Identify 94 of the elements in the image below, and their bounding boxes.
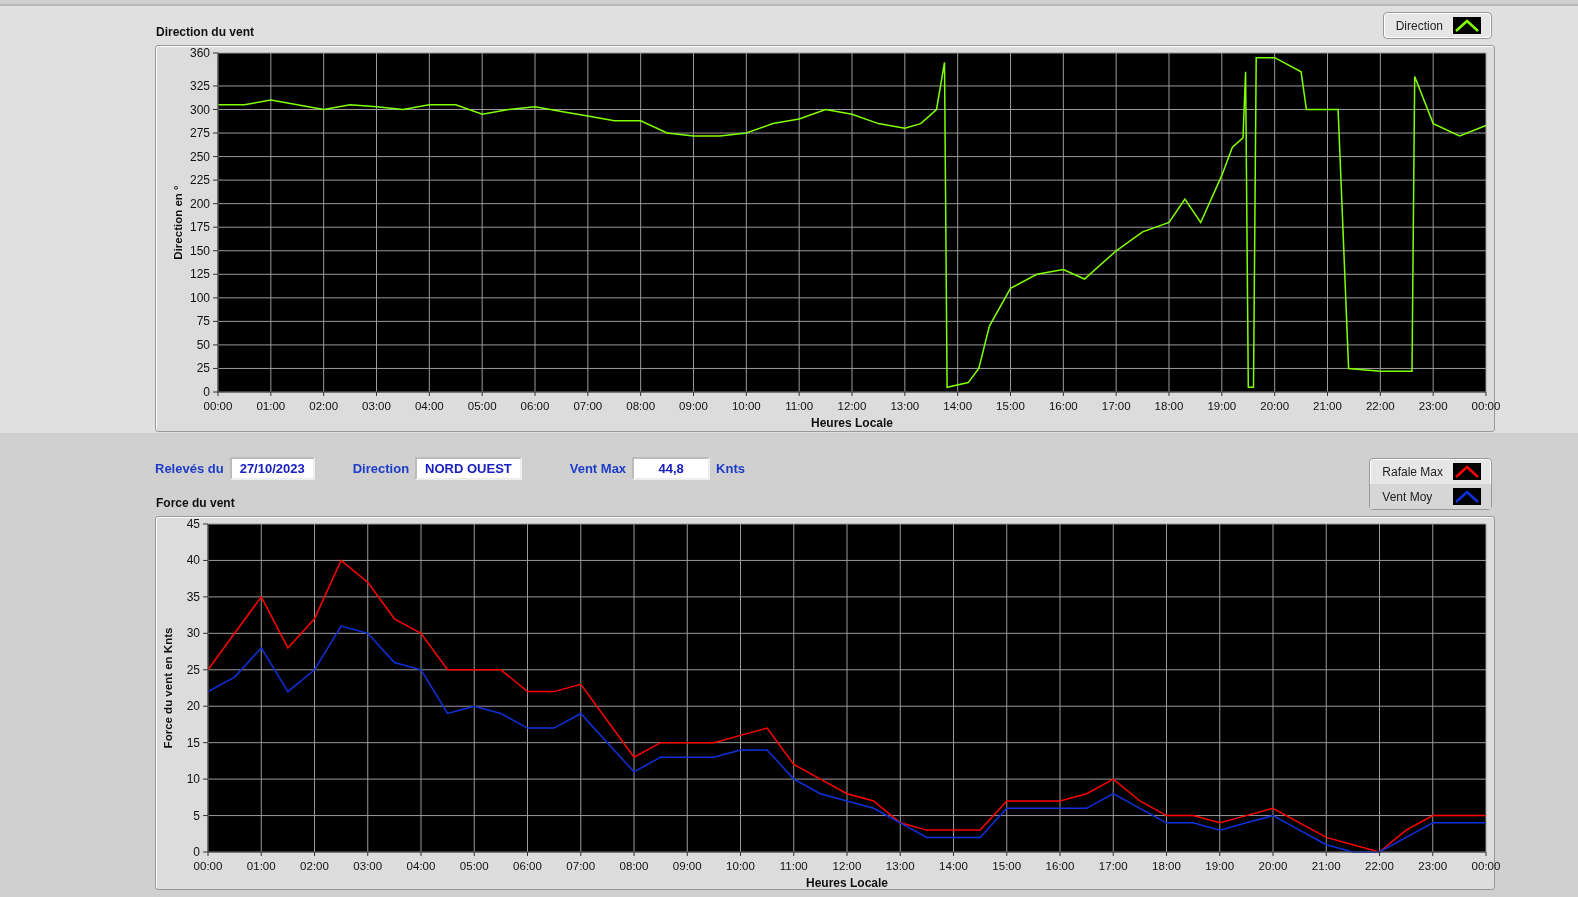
- tick-label: 21:00: [1311, 860, 1341, 872]
- axis-title: Heures Locale: [806, 876, 888, 890]
- tick-label: 05:00: [459, 860, 489, 872]
- tick-label: 25: [186, 662, 200, 677]
- tick-label: 09:00: [679, 400, 708, 412]
- tick-label: 250: [189, 149, 210, 164]
- value-field: 44,8: [632, 457, 711, 480]
- field-label: Vent Max: [569, 461, 627, 476]
- tick-label: 12:00: [832, 860, 862, 872]
- tick-label: 200: [189, 196, 210, 211]
- tick-label: 0: [203, 385, 210, 399]
- tick-label: 325: [189, 78, 210, 93]
- chart-title: Direction du vent: [155, 25, 254, 41]
- tick-label: 23:00: [1418, 860, 1448, 872]
- tick-label: 03:00: [362, 400, 391, 412]
- legend-label: Direction: [1395, 18, 1443, 33]
- tick-label: 10: [186, 772, 200, 787]
- axis-title: Direction en °: [172, 185, 184, 260]
- tick-label: 100: [189, 290, 210, 305]
- tick-label: 13:00: [890, 400, 920, 412]
- legend-label: Rafale Max: [1382, 464, 1443, 479]
- tick-label: 04:00: [406, 860, 436, 872]
- tick-label: 0: [193, 845, 200, 859]
- value-field: NORD OUEST: [415, 457, 522, 480]
- tick-label: 20:00: [1260, 400, 1290, 412]
- line-swatch-icon: [1453, 463, 1481, 480]
- tick-label: 09:00: [672, 860, 702, 872]
- tick-label: 16:00: [1048, 400, 1078, 412]
- tick-label: 01:00: [256, 400, 286, 412]
- tick-label: 14:00: [943, 400, 973, 412]
- tick-label: 150: [189, 243, 210, 258]
- tick-label: 05:00: [467, 400, 497, 412]
- tick-label: 13:00: [885, 860, 915, 872]
- tick-label: 15: [186, 735, 200, 750]
- tick-label: 16:00: [1045, 860, 1075, 872]
- tick-label: 03:00: [353, 860, 383, 872]
- tick-label: 11:00: [779, 860, 808, 872]
- tick-label: 17:00: [1101, 400, 1131, 412]
- tick-label: 08:00: [626, 400, 656, 412]
- axis-title: Force du vent en Knts: [162, 627, 174, 749]
- tick-label: 360: [189, 46, 210, 60]
- legend-label: Vent Moy: [1382, 489, 1434, 504]
- tick-label: 275: [189, 126, 210, 141]
- tick-label: 02:00: [300, 860, 329, 872]
- tick-label: 18:00: [1152, 860, 1181, 872]
- value-field: 27/10/2023: [229, 457, 315, 480]
- unit-label: Knts: [716, 461, 745, 476]
- tick-label: 07:00: [566, 860, 596, 872]
- axis-title: Heures Locale: [811, 416, 893, 430]
- tick-label: 15:00: [992, 860, 1022, 872]
- tick-label: 10:00: [731, 400, 761, 412]
- line-swatch-icon: [1453, 17, 1481, 34]
- tick-label: 35: [186, 589, 200, 604]
- tick-label: 07:00: [573, 400, 603, 412]
- tick-label: 21:00: [1313, 400, 1342, 412]
- tick-label: 00:00: [193, 860, 223, 872]
- tick-label: 225: [189, 173, 210, 188]
- tick-label: 300: [189, 102, 210, 117]
- tick-label: 00:00: [1471, 860, 1501, 872]
- tick-label: 22:00: [1365, 400, 1395, 412]
- tick-label: 06:00: [513, 860, 542, 872]
- field-label: Direction: [352, 461, 410, 476]
- tick-label: 25: [196, 361, 210, 376]
- tick-label: 23:00: [1418, 400, 1448, 412]
- tick-label: 06:00: [520, 400, 550, 412]
- tick-label: 14:00: [939, 860, 968, 872]
- tick-label: 00:00: [1471, 400, 1501, 412]
- tick-label: 30: [186, 626, 200, 641]
- tick-label: 04:00: [414, 400, 444, 412]
- tick-label: 08:00: [619, 860, 649, 872]
- field-label: Relevés du: [155, 461, 224, 476]
- tick-label: 19:00: [1207, 400, 1237, 412]
- tick-label: 40: [186, 553, 200, 568]
- tick-label: 20:00: [1258, 860, 1288, 872]
- tick-label: 00:00: [203, 400, 233, 412]
- tick-label: 10:00: [726, 860, 755, 872]
- tick-label: 19:00: [1205, 860, 1235, 872]
- tick-label: 75: [196, 314, 210, 329]
- tick-label: 01:00: [246, 860, 276, 872]
- tick-label: 45: [186, 517, 200, 531]
- tick-label: 11:00: [785, 400, 814, 412]
- tick-label: 125: [189, 267, 210, 282]
- tick-label: 22:00: [1365, 860, 1394, 872]
- tick-label: 50: [196, 337, 210, 352]
- tick-label: 5: [193, 808, 200, 823]
- tick-label: 12:00: [837, 400, 867, 412]
- tick-label: 17:00: [1098, 860, 1128, 872]
- tick-label: 18:00: [1154, 400, 1184, 412]
- tick-label: 175: [189, 220, 210, 235]
- line-swatch-icon: [1453, 488, 1481, 505]
- tick-label: 02:00: [309, 400, 339, 412]
- tick-label: 20: [186, 699, 200, 714]
- tick-label: 15:00: [996, 400, 1025, 412]
- chart-title: Force du vent: [155, 496, 236, 512]
